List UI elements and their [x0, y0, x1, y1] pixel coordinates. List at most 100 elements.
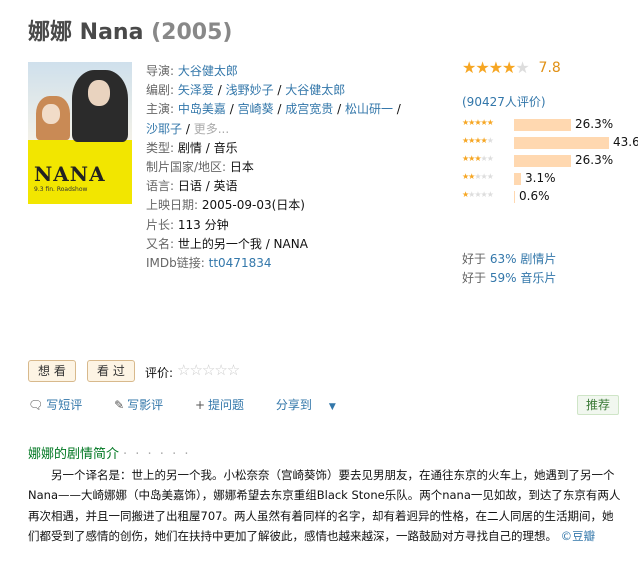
director-label: 导演: — [146, 64, 175, 78]
want-to-watch-button[interactable]: 想 看 — [28, 360, 76, 382]
synopsis-dots: · · · · · · — [123, 447, 191, 462]
synopsis-heading: 娜娜的剧情简介 · · · · · · — [28, 443, 190, 462]
rating-distribution: ★★★★★26.3%★★★★★43.6%★★★★★26.3%★★★★★3.1%★… — [462, 116, 638, 206]
page-title: 娜娜 Nana (2005) — [28, 14, 232, 46]
action-bar: 🗨 写短评 ✎ 写影评 + 提问题 分享到 ▼ — [28, 396, 364, 413]
movie-title: 娜娜 Nana — [28, 20, 144, 45]
synopsis-title: 娜娜的剧情简介 — [28, 447, 120, 462]
genre-row: 类型: 剧情 / 音乐 — [146, 140, 238, 155]
comment-icon: 🗨 — [28, 398, 44, 412]
recommend-button[interactable]: 推荐 — [577, 395, 619, 415]
star-level-icon: ★★★★★ — [462, 136, 494, 145]
better-than: 好于 63% 剧情片 好于 59% 音乐片 — [462, 250, 556, 288]
rating-bar — [514, 155, 571, 167]
runtime-label: 片长: — [146, 217, 175, 232]
poster-tagline: 9.3 fin. Roadshow — [34, 186, 88, 193]
douban-source-link[interactable]: ©豆瓣 — [561, 529, 596, 543]
movie-info: 导演: 大谷健太郎 编剧: 矢泽爱 / 浅野妙子 / 大谷健太郎 主演: 中岛美… — [146, 62, 446, 273]
better-than-link[interactable]: 63% 剧情片 — [490, 252, 557, 266]
imdb-label: IMDb链接: — [146, 256, 205, 271]
synopsis-body: 另一个译名是：世上的另一个我。小松奈奈（宫崎葵饰）要去见男朋友，在通往东京的火车… — [28, 468, 621, 544]
star-level-icon: ★★★★★ — [462, 154, 494, 163]
country-row: 制片国家/地区: 日本 — [146, 158, 446, 177]
rating-stars-icon: ★★★★★ — [462, 58, 530, 77]
imdb-link[interactable]: tt0471834 — [209, 256, 272, 270]
writer-row: 编剧: 矢泽爱 / 浅野妙子 / 大谷健太郎 — [146, 83, 346, 98]
better-than-prefix: 好于 — [462, 271, 490, 285]
country-label: 制片国家/地区: — [146, 160, 227, 175]
runtime-row: 片长: 113 分钟 — [146, 216, 446, 235]
synopsis-text: 另一个译名是：世上的另一个我。小松奈奈（宫崎葵饰）要去见男朋友，在通往东京的火车… — [28, 465, 622, 547]
aka-label: 又名: — [146, 236, 175, 251]
rating-bar — [514, 191, 515, 203]
better-than-link[interactable]: 59% 音乐片 — [490, 271, 557, 285]
cast-row-continued: 沙耶子 / 更多... — [146, 121, 230, 136]
poster-face-hachi — [42, 104, 60, 124]
rating-distribution-row: ★★★★★ 0.6% — [462, 188, 632, 206]
cast-link[interactable]: 宫崎葵 — [238, 102, 274, 116]
cast-link[interactable]: 中岛美嘉 — [178, 102, 226, 116]
genre-value: 音乐 — [213, 140, 238, 155]
writer-link[interactable]: 大谷健太郎 — [285, 83, 345, 97]
rating-distribution-row: ★★★★★ 3.1% — [462, 170, 632, 188]
pencil-icon: ✎ — [114, 398, 125, 412]
rating-percent: 26.3% — [575, 117, 614, 131]
write-short-review-label: 写短评 — [46, 398, 83, 412]
better-than-item: 好于 59% 音乐片 — [462, 269, 556, 288]
ask-question-link[interactable]: + 提问题 — [195, 398, 258, 412]
rating-distribution-row: ★★★★★ 26.3% — [462, 116, 632, 134]
release-row: 上映日期: 2005-09-03(日本) — [146, 196, 446, 215]
rating-bar — [514, 173, 521, 185]
writer-link[interactable]: 矢泽爱 — [178, 83, 214, 97]
language-value: 日语 / 英语 — [177, 179, 238, 194]
director-row: 导演: 大谷健太郎 — [146, 62, 446, 81]
cast-link[interactable]: 成宫宽贵 — [285, 102, 333, 116]
poster-logo: NANA — [34, 162, 106, 186]
share-label: 分享到 — [275, 398, 312, 412]
release-value: 2005-09-03(日本) — [201, 198, 305, 213]
votes-link[interactable]: (90427人评价) — [462, 93, 546, 110]
better-than-prefix: 好于 — [462, 252, 490, 266]
cast-link[interactable]: 松山研一 — [345, 102, 393, 116]
movie-poster[interactable]: NANA 9.3 fin. Roadshow — [28, 62, 132, 204]
genre-label: 类型: — [146, 140, 175, 155]
aka-value: 世上的另一个我 / NANA — [177, 236, 308, 251]
better-than-item: 好于 63% 剧情片 — [462, 250, 556, 269]
rating-percent: 0.6% — [519, 189, 550, 203]
language-label: 语言: — [146, 179, 175, 194]
cast-label: 主演: — [146, 102, 175, 117]
ask-question-label: 提问题 — [208, 398, 245, 412]
plus-icon: + — [194, 398, 206, 412]
cast-row: 主演: 中岛美嘉 / 宫崎葵 / 成宫宽贵 / 松山研一 / — [146, 102, 401, 117]
star-level-icon: ★★★★★ — [462, 118, 494, 127]
director-link[interactable]: 大谷健太郎 — [178, 64, 238, 78]
country-value: 日本 — [229, 160, 254, 175]
rating-percent: 3.1% — [525, 171, 556, 185]
more-cast-link[interactable]: 更多... — [194, 122, 229, 136]
aka-row: 又名: 世上的另一个我 / NANA — [146, 235, 446, 254]
share-menu[interactable]: 分享到 ▼ — [276, 398, 350, 412]
writer-link[interactable]: 浅野妙子 — [226, 83, 274, 97]
star-level-icon: ★★★★★ — [462, 172, 494, 181]
rating-bar — [514, 137, 609, 149]
writer-label: 编剧: — [146, 83, 175, 98]
rating-score: 7.8 — [538, 59, 561, 76]
genre-value: 剧情 — [177, 140, 202, 155]
runtime-value: 113 分钟 — [177, 217, 229, 232]
poster-face-nana — [88, 80, 110, 106]
watched-button[interactable]: 看 过 — [87, 360, 135, 382]
rate-stars-input[interactable]: ☆☆☆☆☆ — [177, 361, 240, 379]
cast-link[interactable]: 沙耶子 — [146, 122, 182, 136]
rating-bar — [514, 119, 571, 131]
imdb-row: IMDb链接: tt0471834 — [146, 254, 446, 273]
rate-label: 评价: — [145, 366, 174, 380]
language-row: 语言: 日语 / 英语 — [146, 177, 446, 196]
rating-distribution-row: ★★★★★ 43.6% — [462, 134, 638, 152]
write-short-review-link[interactable]: 🗨 写短评 — [28, 398, 96, 412]
write-review-link[interactable]: ✎ 写影评 — [114, 398, 177, 412]
star-level-icon: ★★★★★ — [462, 190, 494, 199]
rating-distribution-row: ★★★★★ 26.3% — [462, 152, 632, 170]
rating-percent: 26.3% — [575, 153, 614, 167]
movie-year: (2005) — [151, 20, 233, 45]
rating-percent: 43.6% — [613, 135, 638, 149]
